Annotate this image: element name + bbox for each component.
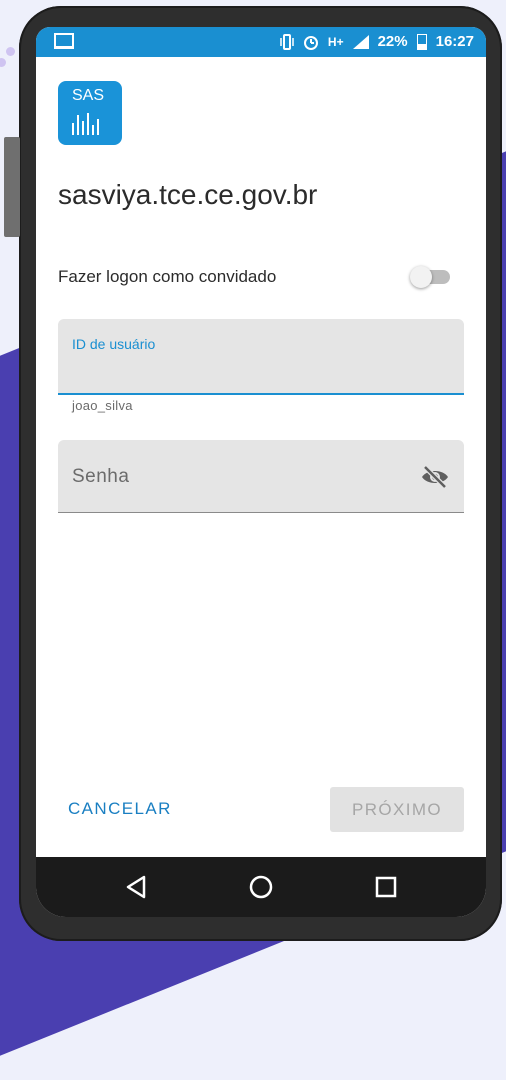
user-id-label: ID de usuário xyxy=(72,336,156,352)
toggle-knob xyxy=(410,266,432,288)
vibrate-icon xyxy=(280,33,294,50)
app-screen: H+ 22% 16:27 SAS sasviya.tce.ce.gov.br F… xyxy=(36,27,486,917)
signal-icon xyxy=(352,34,369,49)
sas-logo-bars xyxy=(72,113,99,135)
home-icon[interactable] xyxy=(247,873,275,901)
next-button[interactable]: PRÓXIMO xyxy=(330,787,464,832)
status-bar: H+ 22% 16:27 xyxy=(36,27,486,57)
eye-off-icon[interactable] xyxy=(420,464,450,490)
recents-icon[interactable] xyxy=(372,873,400,901)
clock: 16:27 xyxy=(435,33,474,50)
password-placeholder: Senha xyxy=(72,466,130,487)
status-indicators: H+ 22% 16:27 xyxy=(280,33,474,50)
android-nav-bar xyxy=(36,857,486,917)
decorative-dot xyxy=(6,47,15,56)
battery-icon xyxy=(416,33,427,50)
user-id-helper: joao_silva xyxy=(72,398,133,413)
network-type: H+ xyxy=(327,34,344,49)
cast-icon xyxy=(54,33,74,49)
sas-logo-text: SAS xyxy=(72,87,105,104)
side-button xyxy=(4,137,20,237)
user-id-field[interactable]: ID de usuário xyxy=(58,319,464,395)
back-icon[interactable] xyxy=(122,873,150,901)
guest-login-toggle[interactable] xyxy=(410,266,450,288)
password-field[interactable]: Senha xyxy=(58,440,464,513)
cancel-button[interactable]: CANCELAR xyxy=(58,789,182,829)
battery-percent: 22% xyxy=(377,33,408,50)
guest-login-label: Fazer logon como convidado xyxy=(58,267,277,286)
server-title: sasviya.tce.ce.gov.br xyxy=(58,179,318,210)
decorative-dot xyxy=(0,58,6,67)
sas-logo: SAS xyxy=(58,81,122,145)
alarm-icon xyxy=(303,35,318,50)
